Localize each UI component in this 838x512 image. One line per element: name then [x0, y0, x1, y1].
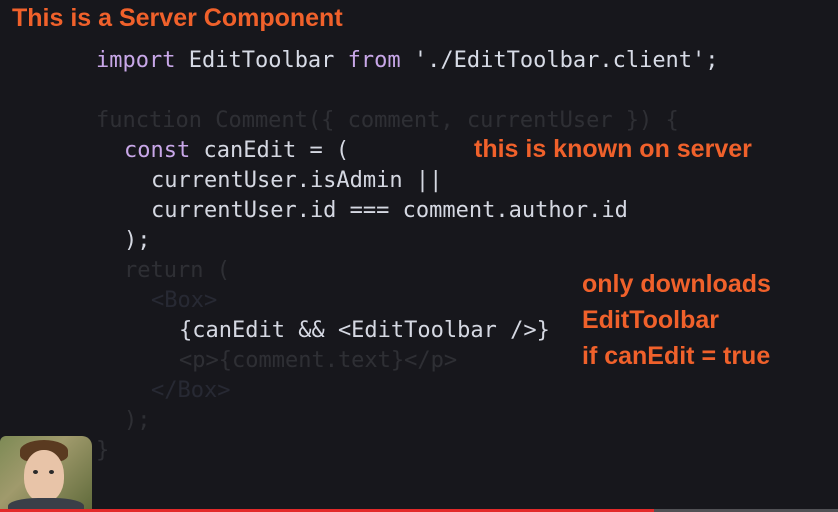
const-keyword: const — [124, 138, 191, 163]
box-open-line: <Box> — [151, 288, 218, 313]
is-admin-line: currentUser.isAdmin || — [151, 168, 443, 193]
jsx-conditional-line: {canEdit && <EditToolbar />} — [179, 318, 550, 343]
import-name: EditToolbar — [175, 48, 348, 73]
author-id-line: currentUser.id === comment.author.id — [151, 198, 628, 223]
return-close-line: ); — [124, 408, 151, 433]
presenter-eye-right — [49, 470, 54, 474]
const-line: const canEdit = ( — [124, 136, 349, 166]
downloads-annotation-line3: if canEdit = true — [582, 342, 771, 370]
return-line: return ( — [124, 258, 230, 283]
presenter-face — [24, 450, 64, 502]
function-signature-line: function Comment({ comment, currentUser … — [96, 108, 679, 133]
box-close-line: </Box> — [151, 378, 231, 403]
import-path: './EditToolbar.client'; — [400, 48, 719, 73]
video-frame[interactable]: This is a Server Component import EditTo… — [0, 0, 838, 512]
known-on-server-annotation: this is known on server — [474, 135, 752, 163]
paragraph-line: <p>{comment.text}</p> — [179, 348, 458, 373]
import-keyword: import — [96, 48, 176, 73]
presenter-webcam — [0, 436, 92, 512]
downloads-annotation-line1: only downloads — [582, 270, 771, 298]
const-declaration: canEdit = ( — [190, 138, 350, 163]
import-line: import EditToolbar from './EditToolbar.c… — [96, 46, 719, 76]
downloads-annotation-line2: EditToolbar — [582, 306, 720, 334]
function-close-line: } — [96, 438, 110, 463]
server-component-annotation: This is a Server Component — [12, 4, 343, 32]
presenter-eye-left — [33, 470, 38, 474]
const-close-line: ); — [124, 228, 151, 253]
downloads-annotation: only downloads EditToolbar if canEdit = … — [582, 266, 771, 374]
from-keyword: from — [347, 48, 401, 73]
